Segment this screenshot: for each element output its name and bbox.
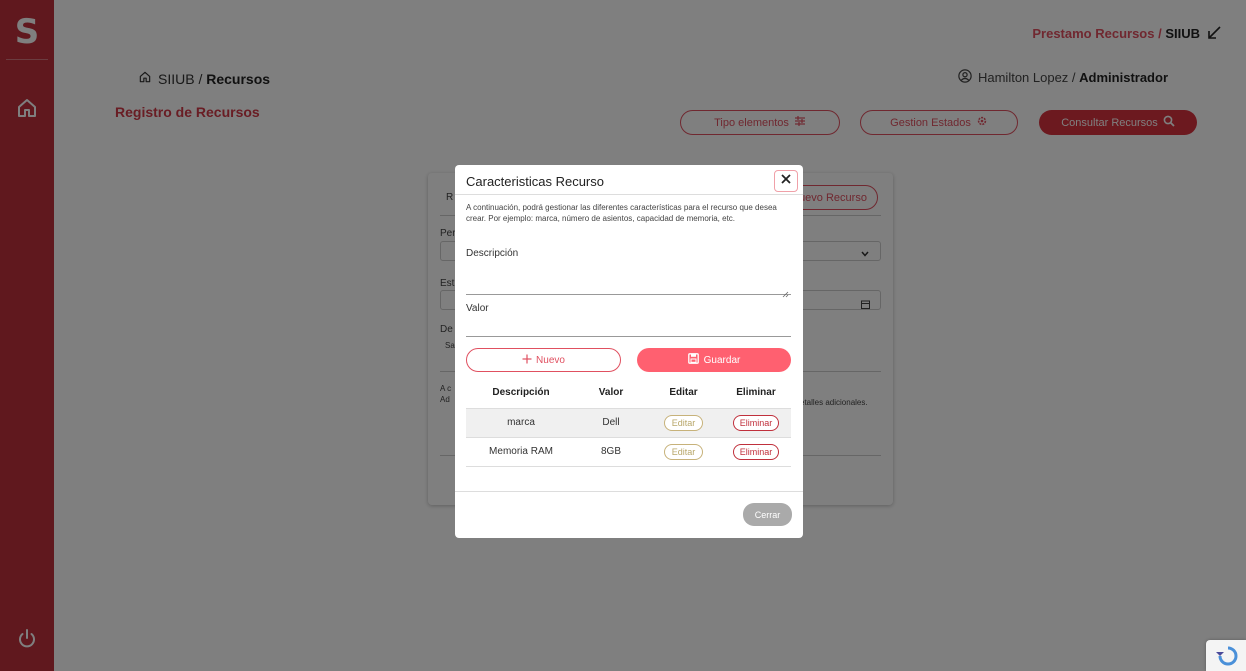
modal-header: Caracteristicas Recurso xyxy=(455,165,803,195)
nuevo-label: Nuevo xyxy=(536,354,565,366)
modal-title: Caracteristicas Recurso xyxy=(466,174,604,189)
cell-eliminar: Eliminar xyxy=(721,408,791,438)
cell-valor: 8GB xyxy=(576,437,646,467)
col-valor: Valor xyxy=(576,377,646,409)
close-button[interactable] xyxy=(774,170,798,192)
valor-label: Valor xyxy=(466,303,489,314)
cerrar-button[interactable]: Cerrar xyxy=(743,503,792,526)
col-descripcion: Descripción xyxy=(466,377,576,409)
descripcion-textarea[interactable] xyxy=(466,263,791,298)
guardar-label: Guardar xyxy=(703,354,741,366)
cell-descripcion: Memoria RAM xyxy=(466,437,576,467)
guardar-button[interactable]: Guardar xyxy=(637,348,791,372)
table-row: marca Dell Editar Eliminar xyxy=(466,408,791,438)
modal-footer-divider xyxy=(455,491,803,492)
delete-button[interactable]: Eliminar xyxy=(732,443,780,460)
cell-descripcion: marca xyxy=(466,408,576,438)
save-icon xyxy=(687,353,699,367)
descripcion-label: Descripción xyxy=(466,248,519,259)
cell-valor: Dell xyxy=(576,408,646,438)
edit-button[interactable]: Editar xyxy=(663,414,704,431)
close-icon xyxy=(780,172,792,190)
caracteristicas-modal: Caracteristicas Recurso A continuación, … xyxy=(455,165,803,538)
nuevo-button[interactable]: Nuevo xyxy=(466,348,621,372)
col-editar: Editar xyxy=(646,377,721,409)
table-row: Memoria RAM 8GB Editar Eliminar xyxy=(466,437,791,467)
plus-icon xyxy=(522,354,532,367)
col-eliminar: Eliminar xyxy=(721,377,791,409)
resize-handle-icon[interactable] xyxy=(782,285,789,298)
modal-description: A continuación, podrá gestionar las dife… xyxy=(466,203,777,223)
cell-eliminar: Eliminar xyxy=(721,437,791,467)
delete-button[interactable]: Eliminar xyxy=(732,414,780,431)
edit-button[interactable]: Editar xyxy=(663,443,704,460)
recaptcha-badge[interactable] xyxy=(1206,640,1246,671)
caracteristicas-table: Descripción Valor Editar Eliminar marca … xyxy=(466,377,791,467)
valor-input[interactable] xyxy=(466,319,791,337)
table-header-row: Descripción Valor Editar Eliminar xyxy=(466,377,791,409)
cell-editar: Editar xyxy=(646,437,721,467)
cell-editar: Editar xyxy=(646,408,721,438)
